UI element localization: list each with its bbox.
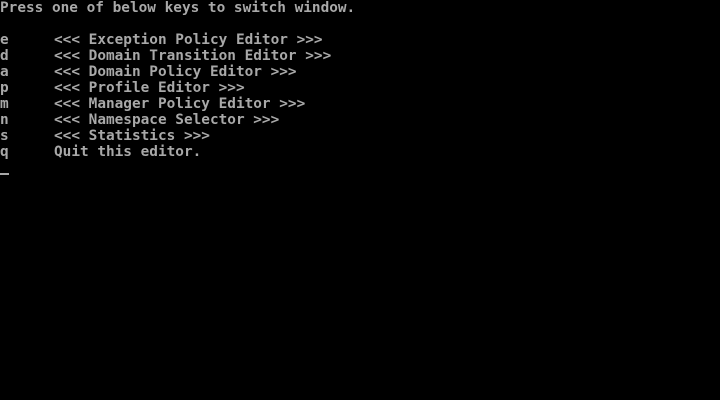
menu-label: <<< Domain Transition Editor >>> [54, 48, 332, 64]
menu-label: Quit this editor. [54, 144, 202, 160]
menu-item-domain-policy-editor[interactable]: a <<< Domain Policy Editor >>> [0, 64, 720, 80]
menu-label: <<< Manager Policy Editor >>> [54, 96, 306, 112]
menu-label: <<< Statistics >>> [54, 128, 210, 144]
menu-item-manager-policy-editor[interactable]: m <<< Manager Policy Editor >>> [0, 96, 720, 112]
menu-label: <<< Profile Editor >>> [54, 80, 245, 96]
menu-label: <<< Domain Policy Editor >>> [54, 64, 297, 80]
menu-item-namespace-selector[interactable]: n <<< Namespace Selector >>> [0, 112, 720, 128]
menu-item-domain-transition-editor[interactable]: d <<< Domain Transition Editor >>> [0, 48, 720, 64]
menu-key: m [0, 96, 9, 112]
menu-key: s [0, 128, 9, 144]
menu-key: e [0, 32, 9, 48]
terminal-screen: Press one of below keys to switch window… [0, 0, 720, 400]
instruction-text: Press one of below keys to switch window… [0, 0, 356, 16]
menu-item-exception-policy-editor[interactable]: e <<< Exception Policy Editor >>> [0, 32, 720, 48]
menu-label: <<< Namespace Selector >>> [54, 112, 280, 128]
menu-item-profile-editor[interactable]: p <<< Profile Editor >>> [0, 80, 720, 96]
menu-key: d [0, 48, 9, 64]
menu-key: p [0, 80, 9, 96]
menu-key: q [0, 144, 9, 160]
menu-key: n [0, 112, 9, 128]
menu-label: <<< Exception Policy Editor >>> [54, 32, 323, 48]
text-cursor[interactable] [0, 173, 9, 175]
menu-key: a [0, 64, 9, 80]
menu-item-statistics[interactable]: s <<< Statistics >>> [0, 128, 720, 144]
menu-item-quit[interactable]: q Quit this editor. [0, 144, 720, 160]
